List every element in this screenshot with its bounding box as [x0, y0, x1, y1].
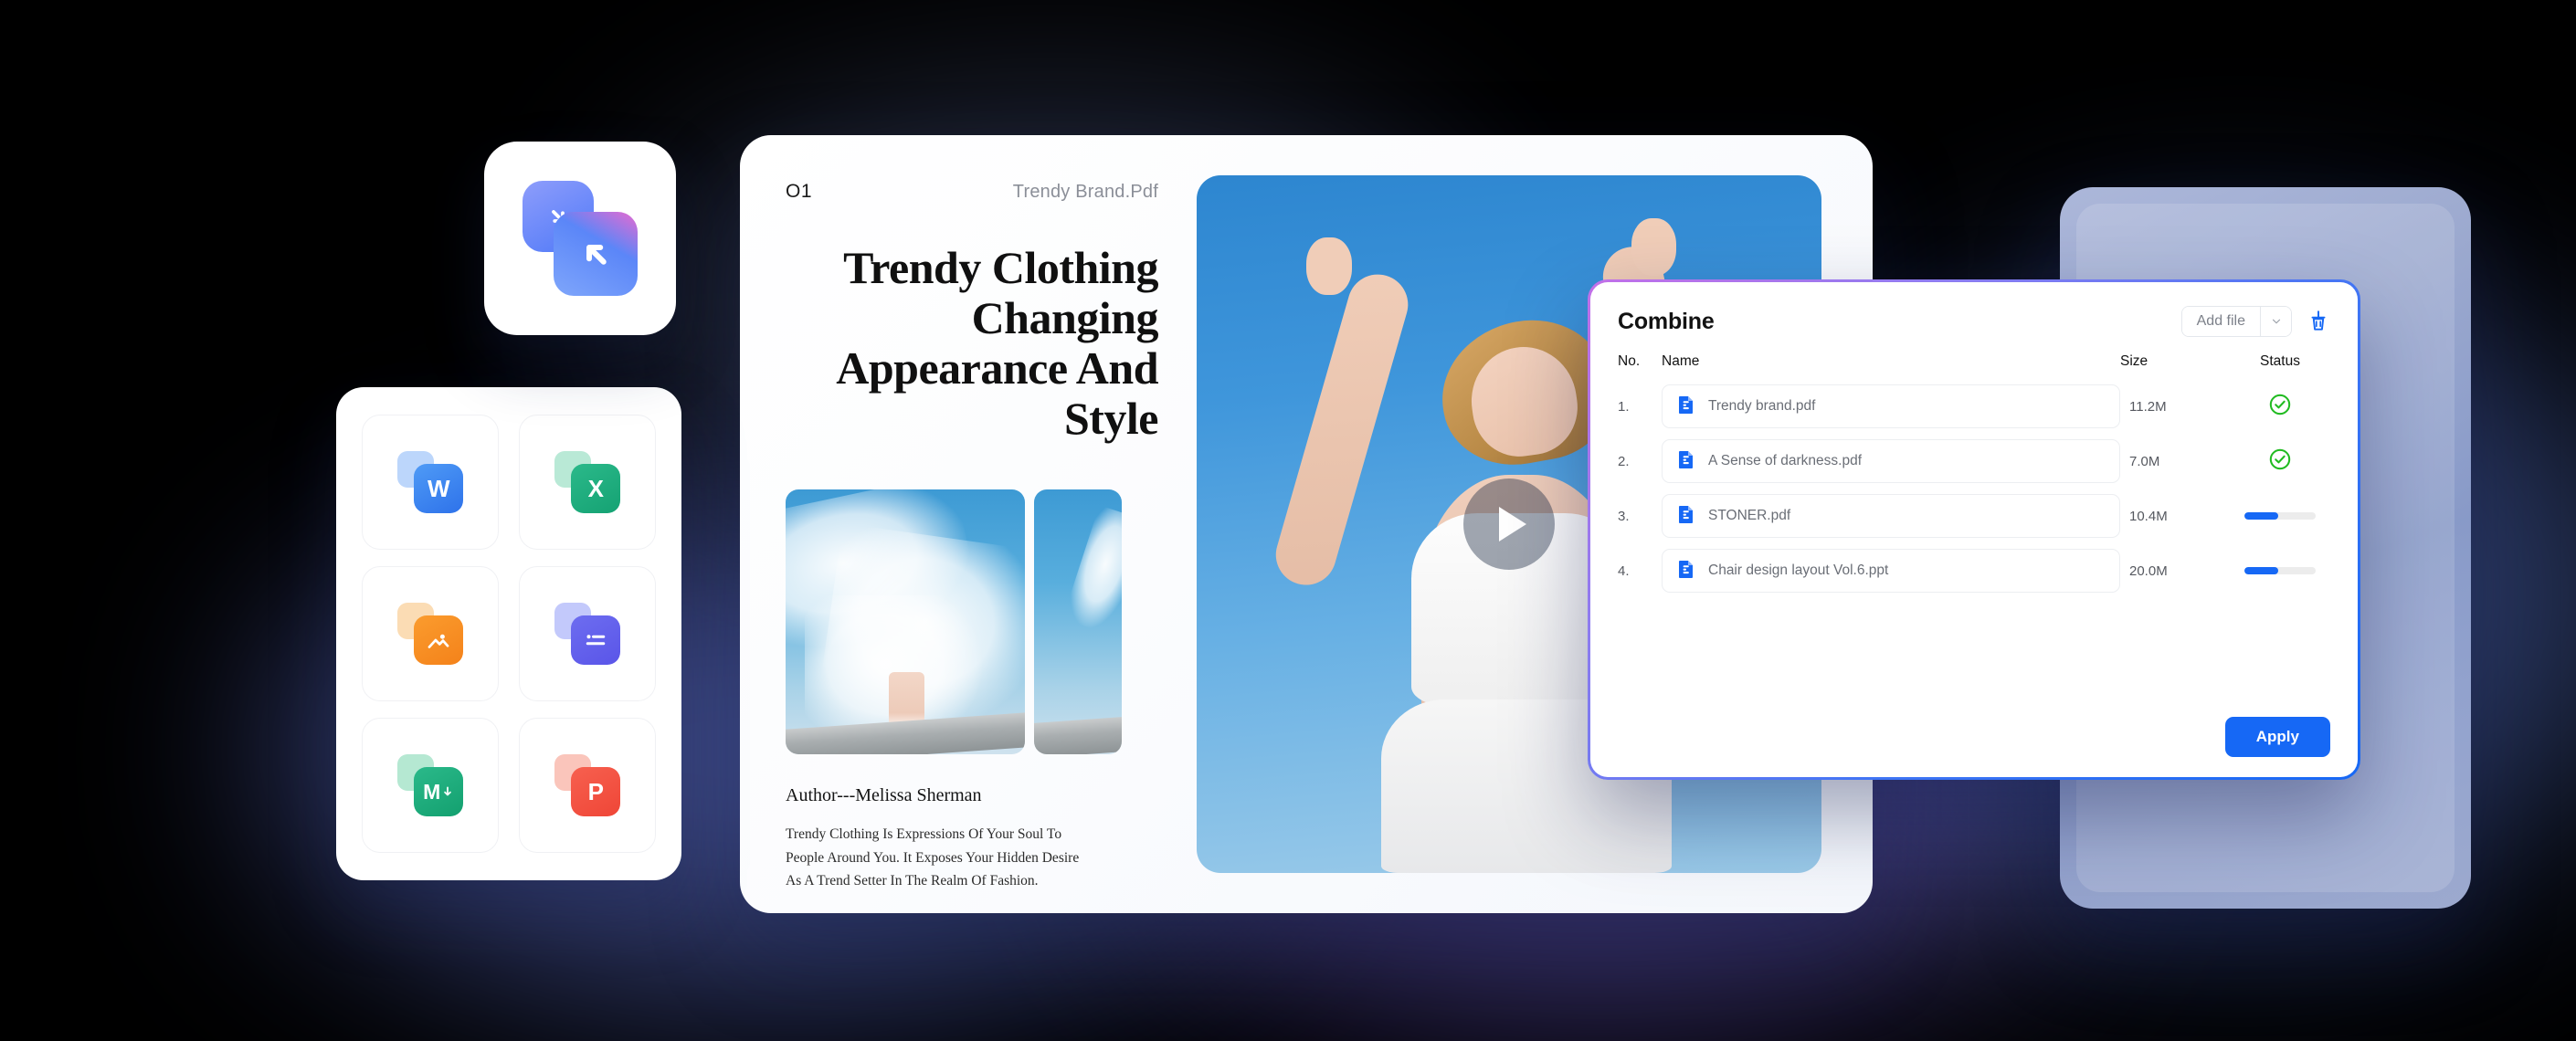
combine-header: Combine Add file — [1618, 306, 2330, 337]
table-row[interactable]: 1. Trendy brand.pdf 11.2M — [1618, 383, 2330, 430]
file-name-box[interactable]: Chair design layout Vol.6.ppt — [1662, 549, 2120, 593]
file-size-label: 10.4M — [2129, 508, 2168, 524]
document-body-text: Trendy Clothing Is Expressions Of Your S… — [786, 826, 1080, 889]
file-size-label: 11.2M — [2129, 398, 2167, 415]
format-tile-image[interactable] — [362, 566, 499, 701]
thumbnail-photo-secondary — [1034, 489, 1122, 754]
status-cell — [2230, 447, 2330, 476]
stone-ledge — [1034, 716, 1122, 754]
markdown-icon: M — [397, 754, 463, 816]
document-text-column: O1 Trendy Brand.Pdf Trendy Clothing Chan… — [740, 135, 1189, 913]
format-icon-front — [414, 615, 463, 665]
format-tile-markdown[interactable]: M — [362, 718, 499, 853]
column-header-name: Name — [1662, 353, 1700, 369]
column-header-no: No. — [1618, 353, 1641, 369]
file-size-label: 20.0M — [2129, 563, 2168, 579]
row-index: 1. — [1618, 398, 1630, 415]
screenshot-stage: O1 Trendy Brand.Pdf Trendy Clothing Chan… — [0, 0, 2576, 1041]
model-arm-left — [1268, 268, 1415, 593]
clear-list-button[interactable] — [2307, 310, 2330, 333]
document-header: O1 Trendy Brand.Pdf — [786, 181, 1158, 203]
table-row[interactable]: 3. STONER.pdf 10.4M — [1618, 492, 2330, 540]
logo-square-front — [554, 212, 638, 296]
progress-bar-fill — [2244, 512, 2279, 520]
format-icon-front: W — [414, 464, 463, 513]
excel-icon: X — [554, 451, 620, 513]
text-document-icon — [554, 603, 620, 665]
column-header-size: Size — [2120, 353, 2148, 369]
document-author: Author---Melissa Sherman — [786, 785, 982, 805]
add-file-dropdown-button[interactable] — [2260, 307, 2291, 336]
status-check-icon — [2268, 447, 2292, 476]
row-index: 4. — [1618, 563, 1630, 579]
file-document-icon — [1675, 558, 1697, 584]
format-icon-front: P — [571, 767, 620, 816]
play-video-button[interactable] — [1463, 478, 1555, 570]
file-document-icon — [1675, 394, 1697, 420]
table-row[interactable]: 4. Chair design layout Vol.6.ppt 20.0M — [1618, 547, 2330, 594]
combine-header-actions: Add file — [2180, 306, 2330, 337]
model-hand-left — [1306, 237, 1352, 296]
status-cell — [2230, 393, 2330, 421]
row-index: 2. — [1618, 453, 1630, 469]
table-row[interactable]: 2. A Sense of darkness.pdf 7.0M — [1618, 437, 2330, 485]
file-list-rows: 1. Trendy brand.pdf 11.2M 2. A Sense of dark… — [1618, 383, 2330, 594]
chevron-down-icon — [2272, 319, 2280, 324]
file-document-icon — [1675, 448, 1697, 475]
status-cell — [2230, 512, 2330, 520]
file-name-label: Trendy brand.pdf — [1708, 398, 1816, 414]
apply-button[interactable]: Apply — [2224, 717, 2330, 757]
progress-bar-fill — [2244, 567, 2279, 574]
format-tile-text[interactable] — [519, 566, 656, 701]
row-index: 3. — [1618, 508, 1630, 524]
combine-dialog: Combine Add file No. Name Size Status 1.… — [1588, 279, 2360, 780]
format-tile-word[interactable]: W — [362, 415, 499, 550]
arrow-up-left-icon — [586, 245, 607, 265]
file-name-label: A Sense of darkness.pdf — [1708, 453, 1863, 468]
play-icon — [1499, 507, 1526, 542]
thumbnail-photo-primary — [786, 489, 1025, 754]
document-title: Trendy Clothing Changing Appearance And … — [836, 242, 1158, 444]
file-formats-card: W X M P — [336, 387, 681, 880]
add-file-group: Add file — [2180, 306, 2292, 337]
add-file-button[interactable]: Add file — [2181, 307, 2260, 336]
file-name-label: Chair design layout Vol.6.ppt — [1708, 563, 1889, 578]
format-icon-front: M — [414, 767, 463, 816]
file-name-box[interactable]: A Sense of darkness.pdf — [1662, 439, 2120, 483]
broom-clear-icon — [2311, 310, 2326, 331]
format-icon-front: X — [571, 464, 620, 513]
combine-title: Combine — [1618, 308, 1715, 334]
page-number: O1 — [786, 181, 813, 202]
powerpoint-icon: P — [554, 754, 620, 816]
file-document-icon — [1675, 503, 1697, 530]
format-icon-front — [571, 615, 620, 665]
file-name-label: STONER.pdf — [1708, 508, 1791, 523]
word-icon: W — [397, 451, 463, 513]
document-filename: Trendy Brand.Pdf — [1012, 182, 1158, 202]
image-icon — [397, 603, 463, 665]
format-tile-powerpoint[interactable]: P — [519, 718, 656, 853]
status-check-icon — [2268, 393, 2292, 421]
file-list-table: No. Name Size Status 1. Trendy brand.pdf 1… — [1618, 353, 2330, 594]
combine-dialog-body: Combine Add file No. Name Size Status 1.… — [1590, 282, 2358, 777]
status-cell — [2230, 567, 2330, 574]
document-thumbnails — [786, 489, 1158, 754]
app-logo-card — [484, 142, 676, 335]
progress-bar — [2244, 512, 2316, 520]
format-tile-excel[interactable]: X — [519, 415, 656, 550]
progress-bar — [2244, 567, 2316, 574]
file-name-box[interactable]: STONER.pdf — [1662, 494, 2120, 538]
file-list-header: No. Name Size Status — [1618, 353, 2330, 383]
column-header-status: Status — [2260, 353, 2300, 369]
file-name-box[interactable]: Trendy brand.pdf — [1662, 384, 2120, 428]
file-size-label: 7.0M — [2129, 453, 2160, 469]
combine-merge-logo-icon — [523, 181, 638, 296]
model-hand-right — [1631, 218, 1677, 277]
